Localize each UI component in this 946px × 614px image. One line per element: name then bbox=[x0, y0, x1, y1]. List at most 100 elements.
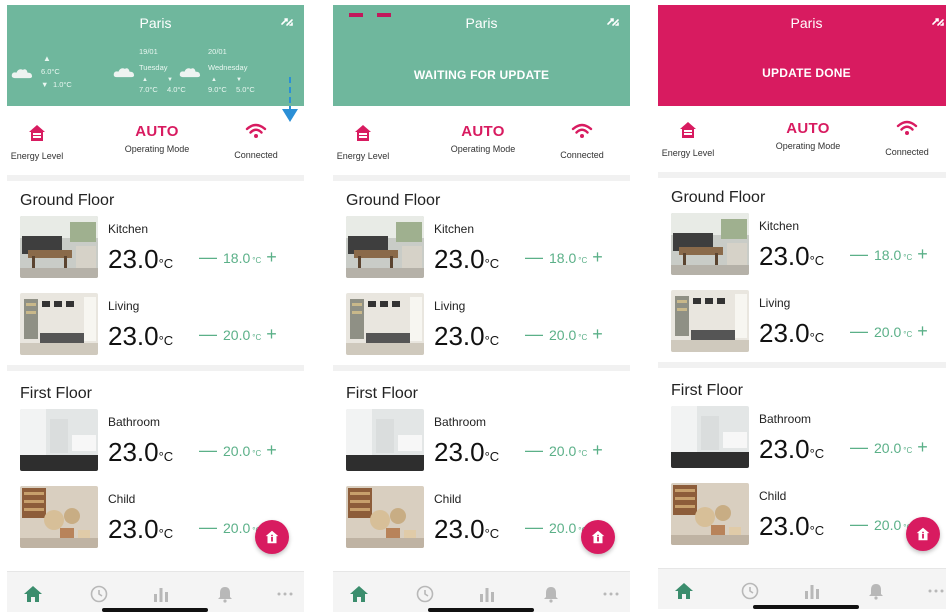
setpoint-value: 18.0 bbox=[874, 247, 902, 263]
sync-icon[interactable] bbox=[606, 15, 620, 29]
house-info-button[interactable] bbox=[581, 520, 615, 554]
decrease-button[interactable]: — bbox=[199, 324, 217, 344]
decrease-button[interactable]: — bbox=[525, 247, 543, 267]
room-temperature: 23.0°C bbox=[434, 321, 499, 352]
increase-button[interactable]: + bbox=[266, 324, 277, 344]
setpoint-unit: °C bbox=[578, 333, 588, 342]
increase-button[interactable]: + bbox=[592, 324, 603, 344]
energy-level-label: Energy Level bbox=[336, 151, 390, 161]
connection-status[interactable]: Connected bbox=[225, 123, 287, 160]
home-icon[interactable] bbox=[349, 584, 369, 604]
room-photo[interactable] bbox=[20, 486, 98, 548]
energy-level[interactable]: Energy Level bbox=[7, 123, 67, 161]
house-info-button[interactable] bbox=[906, 517, 940, 551]
room-photo[interactable] bbox=[671, 406, 749, 468]
decrease-button[interactable]: — bbox=[199, 440, 217, 460]
system-status-row: Energy Level AUTO Operating Mode Connected bbox=[7, 117, 304, 177]
room-temperature-value: 23.0 bbox=[108, 321, 159, 351]
section-divider bbox=[658, 362, 946, 368]
house-info-icon bbox=[914, 525, 932, 548]
setpoint-unit: °C bbox=[903, 330, 913, 339]
arrow-up-icon: ▲ bbox=[43, 54, 51, 63]
stats-icon[interactable] bbox=[151, 584, 171, 604]
room-photo[interactable] bbox=[346, 216, 424, 278]
history-icon[interactable] bbox=[740, 581, 760, 601]
operating-mode[interactable]: AUTO Operating Mode bbox=[117, 123, 197, 154]
setpoint-value: 20.0 bbox=[223, 520, 251, 536]
sync-icon[interactable] bbox=[280, 15, 294, 29]
room-name: Kitchen bbox=[108, 222, 149, 236]
history-icon[interactable] bbox=[415, 584, 435, 604]
cloud-icon bbox=[179, 65, 201, 83]
bell-icon[interactable] bbox=[866, 581, 886, 601]
home-indicator bbox=[428, 608, 534, 612]
setpoint-control: — 20.0°C + bbox=[525, 440, 603, 461]
room-photo[interactable] bbox=[671, 213, 749, 275]
more-icon[interactable] bbox=[926, 581, 946, 601]
decrease-button[interactable]: — bbox=[850, 514, 868, 534]
energy-level[interactable]: Energy Level bbox=[658, 120, 718, 158]
room-name: Living bbox=[434, 299, 466, 313]
bell-icon[interactable] bbox=[541, 584, 561, 604]
decrease-button[interactable]: — bbox=[525, 517, 543, 537]
operating-mode[interactable]: AUTO Operating Mode bbox=[768, 120, 848, 151]
room-photo[interactable] bbox=[346, 293, 424, 355]
decrease-button[interactable]: — bbox=[199, 517, 217, 537]
operating-mode[interactable]: AUTO Operating Mode bbox=[443, 123, 523, 154]
connection-status[interactable]: Connected bbox=[876, 120, 938, 157]
home-icon[interactable] bbox=[23, 584, 43, 604]
city-name: Paris bbox=[465, 15, 498, 31]
increase-button[interactable]: + bbox=[592, 440, 603, 460]
increase-button[interactable]: + bbox=[917, 437, 928, 457]
room-temperature-unit: °C bbox=[809, 446, 825, 461]
increase-button[interactable]: + bbox=[592, 247, 603, 267]
stats-icon[interactable] bbox=[477, 584, 497, 604]
room-photo[interactable] bbox=[20, 293, 98, 355]
room-temperature: 23.0°C bbox=[108, 514, 173, 545]
decrease-button[interactable]: — bbox=[525, 324, 543, 344]
update-status-message: WAITING FOR UPDATE bbox=[413, 68, 550, 82]
home-icon[interactable] bbox=[674, 581, 694, 601]
forecast-max-temp: 7.0°C bbox=[139, 85, 158, 94]
increase-button[interactable]: + bbox=[266, 247, 277, 267]
setpoint-unit: °C bbox=[252, 333, 262, 342]
room-temperature-value: 23.0 bbox=[759, 511, 810, 541]
decrease-button[interactable]: — bbox=[199, 247, 217, 267]
energy-level[interactable]: Energy Level bbox=[333, 123, 393, 161]
increase-button[interactable]: + bbox=[917, 244, 928, 264]
connection-status[interactable]: Connected bbox=[551, 123, 613, 160]
room-temperature: 23.0°C bbox=[108, 437, 173, 468]
history-icon[interactable] bbox=[89, 584, 109, 604]
increase-button[interactable]: + bbox=[266, 440, 277, 460]
decrease-button[interactable]: — bbox=[525, 440, 543, 460]
city-name: Paris bbox=[790, 15, 823, 31]
more-icon[interactable] bbox=[601, 584, 621, 604]
room-photo[interactable] bbox=[671, 483, 749, 545]
operating-mode-label: Operating Mode bbox=[124, 144, 190, 154]
setpoint-control: — 18.0 °C + bbox=[199, 247, 277, 268]
room-photo[interactable] bbox=[671, 290, 749, 352]
arrow-up-icon: ▲ bbox=[142, 77, 148, 83]
bell-icon[interactable] bbox=[215, 584, 235, 604]
room-photo[interactable] bbox=[20, 409, 98, 471]
more-icon[interactable] bbox=[275, 584, 295, 604]
setpoint-unit: °C bbox=[252, 256, 262, 265]
room-temperature-value: 23.0 bbox=[434, 244, 485, 274]
cloud-icon bbox=[11, 66, 33, 84]
setpoint-unit: °C bbox=[578, 256, 588, 265]
house-info-button[interactable] bbox=[255, 520, 289, 554]
stats-icon[interactable] bbox=[802, 581, 822, 601]
energy-icon bbox=[658, 120, 718, 142]
sync-icon[interactable] bbox=[931, 15, 945, 29]
room-temperature-unit: °C bbox=[484, 449, 500, 464]
room-photo[interactable] bbox=[346, 486, 424, 548]
bottom-tab-bar bbox=[333, 571, 630, 612]
forecast-max-temp: 9.0°C bbox=[208, 85, 227, 94]
decrease-button[interactable]: — bbox=[850, 244, 868, 264]
room-photo[interactable] bbox=[20, 216, 98, 278]
increase-button[interactable]: + bbox=[917, 321, 928, 341]
decrease-button[interactable]: — bbox=[850, 437, 868, 457]
decrease-button[interactable]: — bbox=[850, 321, 868, 341]
phone-screen-3: Paris UPDATE DONE Energy Level AUTO Operatin… bbox=[658, 5, 946, 609]
room-photo[interactable] bbox=[346, 409, 424, 471]
